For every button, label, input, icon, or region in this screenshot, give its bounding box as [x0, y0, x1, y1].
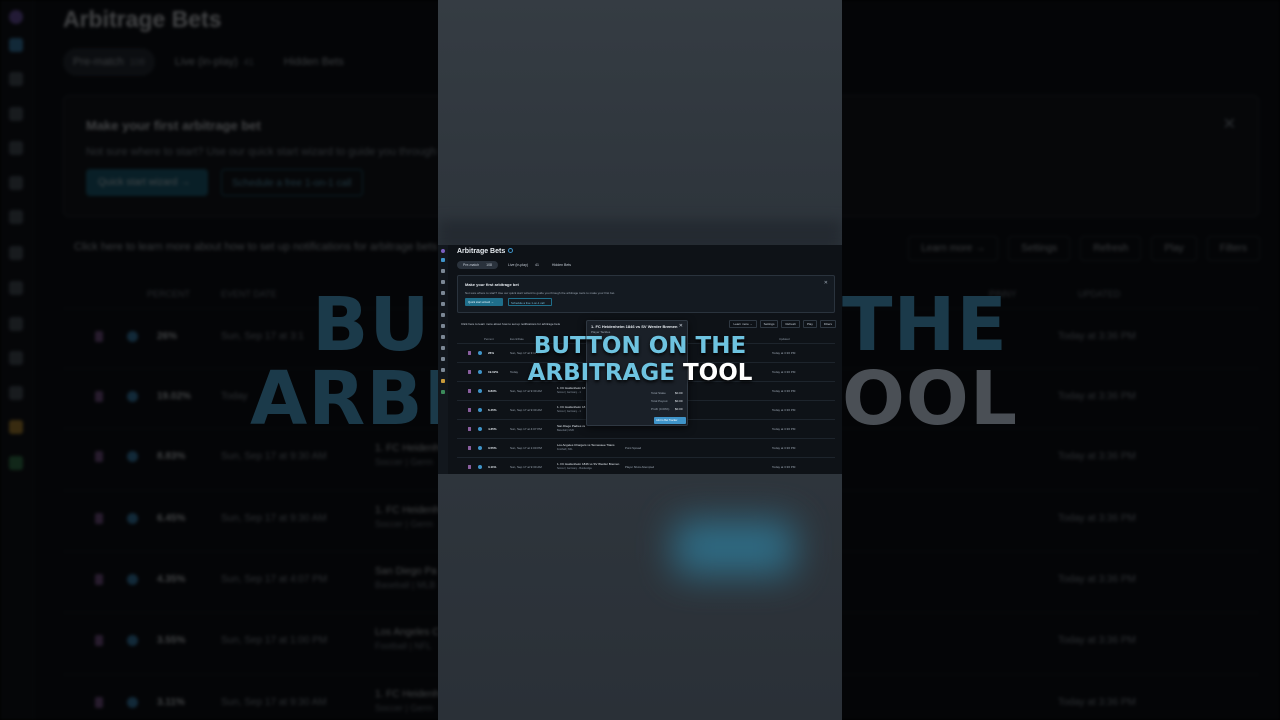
- tool-icon[interactable]: [441, 280, 445, 284]
- arbitrage-icon: [9, 420, 23, 434]
- hide-checkbox[interactable]: [468, 446, 471, 450]
- table-row[interactable]: 3.11% Sun, Sep 17 at 9:30 AM 1. FC Heidenh…: [457, 457, 835, 474]
- table-row[interactable]: 3.55% Sun, Sep 17 at 1:00 PM Los Angeles C…: [457, 438, 835, 457]
- ticket-icon: [9, 281, 23, 295]
- bookmark-icon[interactable]: [478, 446, 482, 450]
- bg-schedule-call-button: Schedule a free 1-on-1 call: [221, 169, 363, 196]
- total-payout-label: Total Payout: [651, 399, 668, 403]
- bookmark-icon[interactable]: [478, 389, 482, 393]
- chart-icon: [9, 141, 23, 155]
- tab-bar: Pre-match 108 Live (in-play) 41 Hidden B…: [457, 261, 574, 269]
- hide-checkbox[interactable]: [468, 389, 471, 393]
- hide-checkbox[interactable]: [468, 408, 471, 412]
- bg-quick-start-button: Quick start wizard →: [86, 169, 208, 196]
- filters-button[interactable]: Filters: [819, 320, 836, 328]
- phone-icon[interactable]: [441, 258, 445, 262]
- learn-more-link[interactable]: Learn more →: [729, 320, 757, 328]
- bg-play-button: Play: [1151, 236, 1197, 261]
- bg-filters-button: Filters: [1206, 236, 1260, 261]
- total-stake-value: $0.00: [675, 391, 683, 395]
- bolt-icon: [9, 176, 23, 190]
- bolt-icon[interactable]: [441, 302, 445, 306]
- top-blur: [438, 0, 842, 245]
- tag-icon: [9, 351, 23, 365]
- swap-icon: [9, 456, 23, 470]
- caption-line-1: BUTTON ON THE: [533, 333, 747, 359]
- bg-tab-live: Live (in-play) 41: [174, 56, 254, 68]
- swap-icon[interactable]: [441, 390, 445, 394]
- quick-start-button[interactable]: Quick start wizard →: [465, 298, 503, 306]
- sidebar-rail: [438, 245, 448, 474]
- bg-tabs: Pre-match 108 Live (in-play) 41 Hidden Bet…: [63, 48, 354, 76]
- bg-close-icon: ✕: [1222, 116, 1236, 133]
- trophy-icon[interactable]: [441, 313, 445, 317]
- home-icon: [9, 72, 23, 86]
- bg-onboarding-text: Not sure where to start? Use our quick s…: [86, 146, 477, 158]
- total-stake-label: Total Stake: [651, 391, 666, 395]
- onboarding-heading: Make your first arbitrage bet: [465, 282, 519, 287]
- refresh-button[interactable]: Refresh: [781, 320, 800, 328]
- onboarding-text: Not sure where to start? Use our quick s…: [465, 291, 616, 295]
- chart-icon[interactable]: [441, 291, 445, 295]
- bookmark-icon[interactable]: [478, 465, 482, 469]
- caption-highlight: ARBITRAGE: [527, 360, 675, 386]
- onboarding-card: Make your first arbitrage bet Not sure w…: [457, 275, 835, 313]
- folder-icon: [9, 317, 23, 331]
- ghost-caption-right2: OOL: [842, 356, 1018, 442]
- hide-checkbox[interactable]: [468, 427, 471, 431]
- home-icon[interactable]: [441, 269, 445, 273]
- bg-notification-text: Click here to learn more about how to se…: [74, 241, 438, 253]
- bg-col-event-date: EVENT DATE: [221, 289, 277, 299]
- schedule-call-button[interactable]: Schedule a free 1-on-1 call: [508, 298, 552, 306]
- bookmark-icon[interactable]: [478, 427, 482, 431]
- bg-learn-more: Learn more →: [908, 236, 999, 261]
- store-icon: [9, 386, 23, 400]
- profit-value: $0.00: [675, 407, 683, 411]
- ghost-caption-left2: ARBI: [250, 356, 453, 442]
- bg-settings-button: Settings: [1008, 236, 1071, 261]
- popup-close-icon[interactable]: ✕: [679, 323, 683, 329]
- logo-icon: [9, 10, 23, 24]
- settings-button[interactable]: Settings: [759, 320, 779, 328]
- page-title: Arbitrage Bets: [457, 248, 514, 255]
- bottom-blur: [438, 474, 842, 720]
- total-payout-value: $0.00: [675, 399, 683, 403]
- logo-icon[interactable]: [441, 249, 445, 253]
- add-to-bet-tracker-button[interactable]: Add to Bet Tracker: [654, 417, 686, 424]
- highlight-glow: [674, 520, 794, 575]
- trophy-icon: [9, 210, 23, 224]
- calculator-icon: [9, 246, 23, 260]
- action-bar: Learn more → Settings Refresh Play Filte…: [729, 320, 836, 328]
- bookmark-icon[interactable]: [478, 408, 482, 412]
- ghost-caption-right: THE: [842, 282, 1008, 368]
- phone-icon: [9, 38, 23, 52]
- bg-page-title: Arbitrage Bets: [63, 6, 222, 32]
- hide-checkbox[interactable]: [468, 465, 471, 469]
- bg-sidebar-rail: [0, 0, 34, 720]
- bg-action-bar: Learn more → Settings Refresh Play Filte…: [908, 236, 1260, 261]
- bg-tab-hidden: Hidden Bets: [283, 56, 344, 68]
- tool-icon: [9, 107, 23, 121]
- play-button[interactable]: Play: [802, 320, 817, 328]
- bg-onboarding-heading: Make your first arbitrage bet: [86, 118, 261, 133]
- info-icon[interactable]: [508, 248, 514, 253]
- bg-tab-prematch: Pre-match 108: [63, 48, 155, 76]
- tab-live[interactable]: Live (in-play) 41: [502, 261, 545, 269]
- bg-col-percent: PERCENT: [147, 289, 191, 299]
- bg-col-updated: UPDATED: [1078, 289, 1121, 299]
- bg-refresh-button: Refresh: [1080, 236, 1142, 261]
- close-icon[interactable]: ✕: [824, 280, 828, 286]
- popup-title: 1. FC Heidenheim 1846 vs SV Werder Breme…: [591, 324, 678, 329]
- profit-label: Profit (0.00%): [651, 407, 670, 411]
- caption-white: TOOL: [682, 360, 753, 386]
- notification-link[interactable]: Click here to learn more about how to se…: [461, 322, 560, 326]
- tab-prematch[interactable]: Pre-match 108: [457, 261, 498, 269]
- ghost-caption-left: BU: [312, 282, 431, 368]
- tab-hidden[interactable]: Hidden Bets: [549, 261, 574, 269]
- caption-line-2: ARBITRAGE TOOL: [438, 362, 842, 385]
- calculator-icon[interactable]: [441, 324, 445, 328]
